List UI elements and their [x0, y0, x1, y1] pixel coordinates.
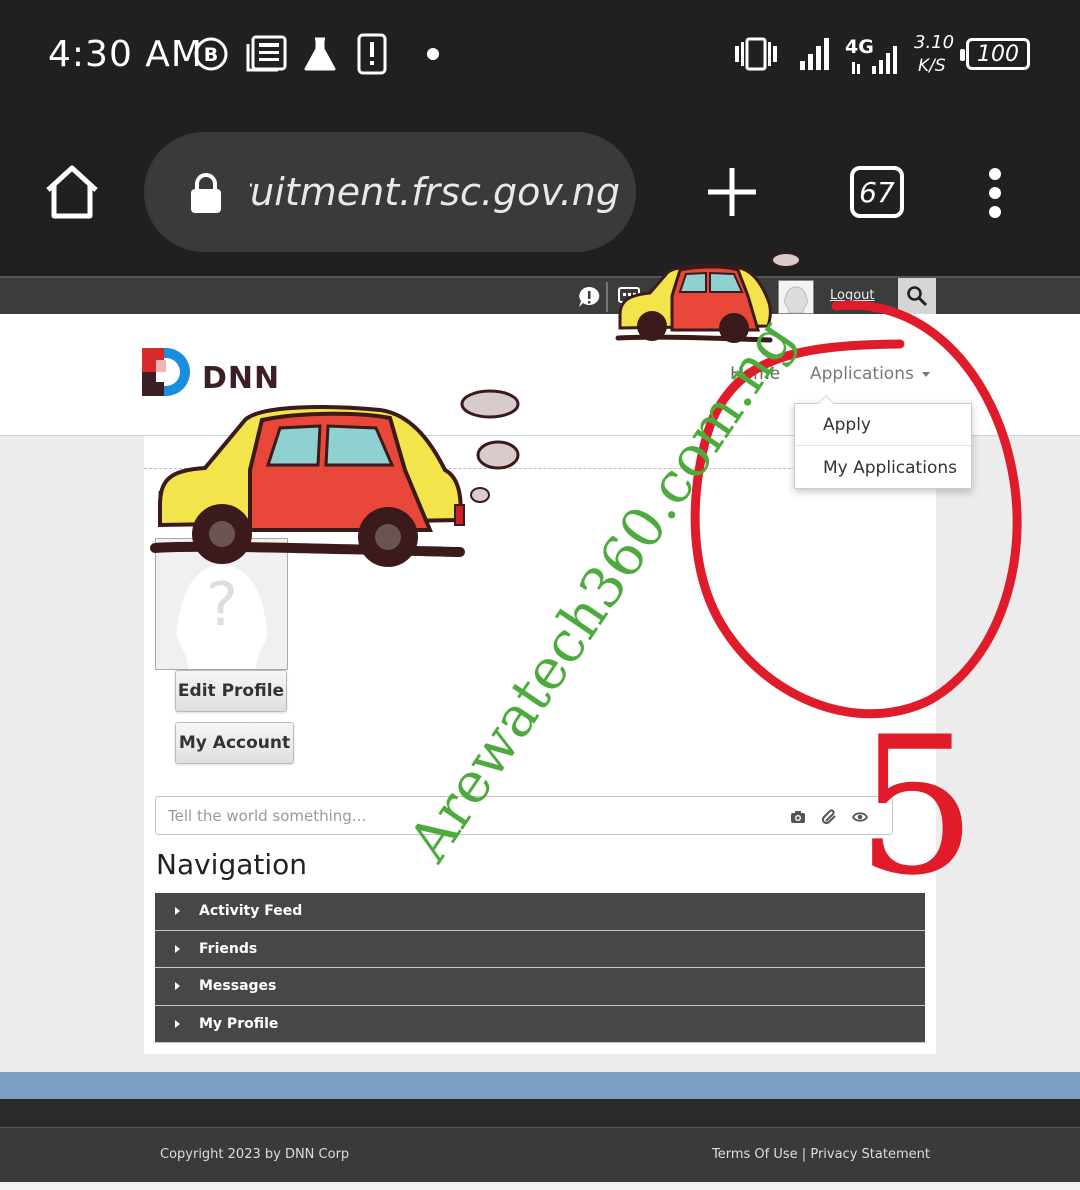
- caret-right-icon: [175, 907, 180, 915]
- flask-icon: [302, 34, 338, 74]
- svg-text:DNN: DNN: [202, 361, 280, 396]
- data-signal-icon: [848, 40, 902, 80]
- nav-item-my-profile[interactable]: My Profile: [155, 1005, 925, 1043]
- status-input[interactable]: [168, 797, 768, 834]
- battery-icon: 100: [960, 38, 1030, 70]
- net-speed-unit: K/S: [918, 56, 946, 76]
- caret-right-icon: [175, 944, 180, 953]
- status-bar: 4:30 AM B 4G 3.10 K/S 100: [0, 0, 1080, 110]
- home-icon: [46, 165, 98, 219]
- navigation-heading: Navigation: [156, 848, 308, 881]
- vibrate-icon: [732, 34, 780, 74]
- net-speed-value: 3.10: [914, 32, 955, 53]
- search-button[interactable]: [898, 278, 936, 314]
- status-post-box: [155, 796, 893, 835]
- nav-item-label: Activity Feed: [199, 903, 303, 919]
- nav-item-label: My Profile: [199, 1015, 279, 1032]
- footer-links: Terms Of Use | Privacy Statement: [712, 1147, 930, 1162]
- avatar-silhouette-icon: [784, 286, 808, 314]
- messages-icon[interactable]: [616, 284, 644, 310]
- url-text: recruitment.frsc.gov.ng: [250, 170, 620, 214]
- notifications-icon[interactable]: [576, 284, 602, 310]
- tab-switcher-button[interactable]: 67: [850, 166, 904, 218]
- browser-toolbar: recruitment.frsc.gov.ng 67: [0, 110, 1080, 276]
- battery-level: 100: [977, 41, 1019, 67]
- copyright-text: Copyright 2023 by DNN Corp: [160, 1147, 350, 1162]
- logout-link[interactable]: Logout: [830, 288, 875, 303]
- applications-dropdown: Apply My Applications: [794, 395, 972, 489]
- bar-divider: [606, 282, 608, 312]
- nav-item-label: Messages: [199, 978, 277, 994]
- user-display-name: U: [156, 486, 178, 521]
- news-icon: [244, 34, 288, 74]
- dnn-logo-icon: DNN: [142, 348, 280, 396]
- phone-alert-icon: [356, 33, 388, 75]
- search-icon: [907, 286, 928, 307]
- dropdown-item-my-applications[interactable]: My Applications: [795, 447, 971, 489]
- visibility-eye-icon[interactable]: [851, 809, 869, 825]
- nav-home[interactable]: Home: [730, 364, 780, 384]
- navigation-list: Activity Feed Friends Messages My Profil…: [155, 893, 925, 1043]
- lock-icon: [188, 172, 224, 214]
- address-bar[interactable]: recruitment.frsc.gov.ng: [144, 132, 636, 252]
- terms-link[interactable]: Terms Of Use: [712, 1147, 798, 1162]
- user-avatar[interactable]: [778, 280, 814, 314]
- site-footer: Copyright 2023 by DNN Corp Terms Of Use …: [0, 1127, 1080, 1182]
- plus-icon: [708, 168, 756, 216]
- edit-profile-button[interactable]: Edit Profile: [175, 670, 287, 712]
- tab-count: 67: [859, 175, 895, 209]
- privacy-link[interactable]: Privacy Statement: [810, 1147, 930, 1162]
- home-button[interactable]: [40, 160, 104, 224]
- nav-applications[interactable]: Applications: [810, 364, 930, 384]
- nav-item-activity-feed[interactable]: Activity Feed: [155, 893, 925, 931]
- dnn-logo[interactable]: DNN: [142, 346, 282, 398]
- dropdown-item-apply[interactable]: Apply: [795, 404, 971, 446]
- browser-menu-button[interactable]: [980, 166, 1010, 222]
- nav-item-friends[interactable]: Friends: [155, 930, 925, 968]
- username-link[interactable]: du: [748, 287, 765, 302]
- new-tab-button[interactable]: [704, 164, 760, 220]
- caret-right-icon: [175, 1019, 180, 1028]
- camera-icon[interactable]: [790, 809, 806, 825]
- my-account-button[interactable]: My Account: [175, 722, 294, 764]
- footer-dark-strip: [0, 1099, 1080, 1127]
- bottom-edge: [0, 1182, 1080, 1190]
- profile-panel: U ? Edit Profile My Account Navigation A…: [144, 436, 936, 1054]
- footer-accent-strip: [0, 1072, 1080, 1099]
- dnn-user-bar: du Logout: [0, 276, 1080, 314]
- more-vert-icon: [989, 168, 1001, 218]
- attach-icon[interactable]: [821, 809, 838, 825]
- caret-right-icon: [175, 982, 180, 990]
- b-badge-icon: B: [192, 34, 230, 74]
- svg-text:?: ?: [206, 570, 238, 640]
- status-time: 4:30 AM: [48, 34, 203, 75]
- svg-text:B: B: [204, 44, 218, 66]
- signal-icon: [798, 34, 832, 74]
- profile-photo: ?: [155, 538, 288, 670]
- footer-separator: |: [801, 1147, 807, 1162]
- no-avatar-icon: ?: [176, 565, 268, 669]
- nav-item-label: Friends: [199, 940, 258, 957]
- nav-item-messages[interactable]: Messages: [155, 968, 925, 1006]
- dot-icon: [424, 34, 442, 74]
